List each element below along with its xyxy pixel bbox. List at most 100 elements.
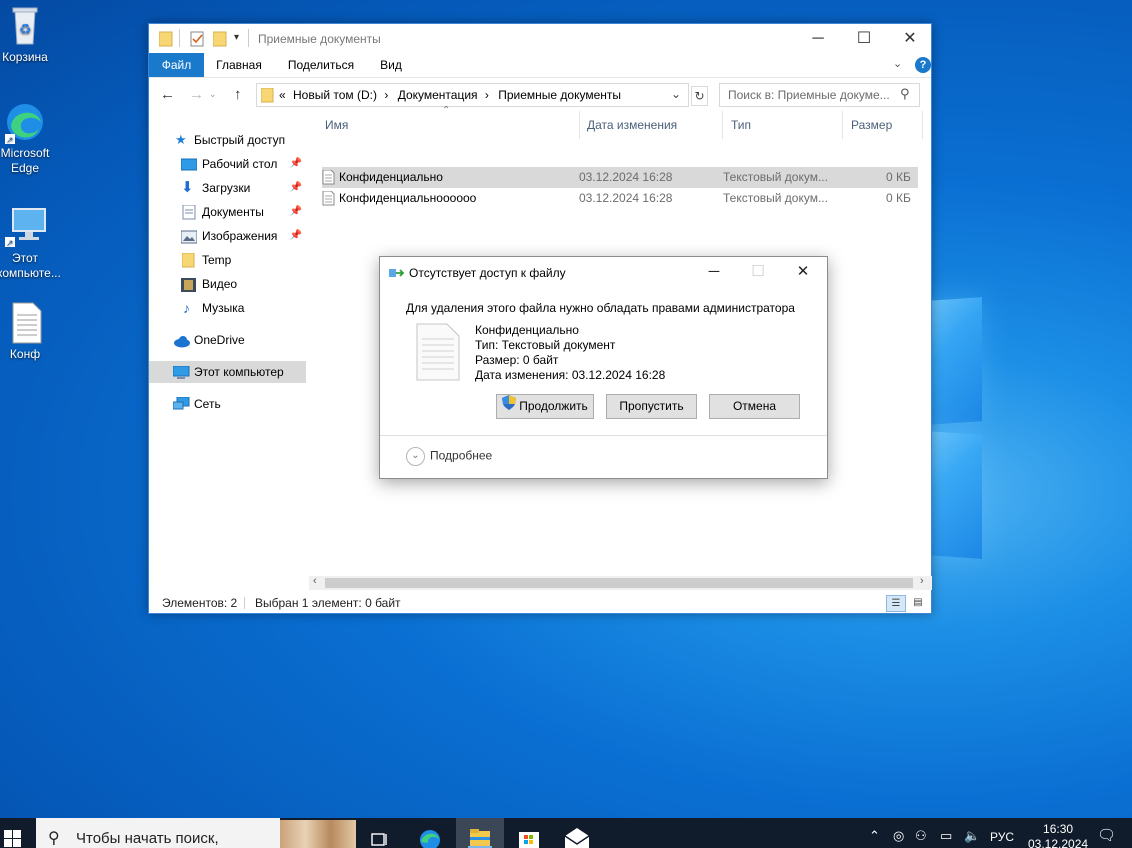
volume-icon[interactable]: 🔈 bbox=[964, 828, 980, 844]
ribbon-expand-icon[interactable]: ⌄ bbox=[893, 57, 902, 70]
status-count: Элементов: 2 bbox=[162, 596, 238, 610]
tab-home[interactable]: Главная bbox=[209, 53, 269, 77]
start-icon[interactable] bbox=[4, 830, 22, 848]
close-button[interactable]: ✕ bbox=[887, 24, 933, 53]
scroll-thumb[interactable] bbox=[325, 578, 913, 588]
nav-music[interactable]: ♪ Музыка bbox=[149, 297, 306, 319]
scroll-right-icon[interactable]: › bbox=[920, 575, 924, 587]
crumb-current[interactable]: Приемные документы bbox=[498, 88, 621, 102]
column-size[interactable]: Размер bbox=[843, 111, 923, 139]
tab-view[interactable]: Вид bbox=[371, 53, 411, 77]
new-folder-icon[interactable] bbox=[212, 31, 227, 50]
properties-icon[interactable] bbox=[190, 31, 205, 50]
crumb-drive[interactable]: Новый том (D:) bbox=[293, 88, 377, 102]
desktop-icon bbox=[180, 157, 198, 171]
file-date: 03.12.2024 16:28 bbox=[579, 170, 673, 184]
address-toolbar: ← → ⌄ ↑ « Новый том (D:) › Документация … bbox=[149, 77, 931, 111]
star-icon: ★ bbox=[175, 132, 187, 147]
search-icon: ⚲ bbox=[48, 830, 60, 847]
text-file-icon bbox=[3, 301, 47, 345]
clock-date: 03.12.2024 bbox=[1028, 837, 1089, 848]
maximize-button[interactable]: ☐ bbox=[841, 24, 887, 53]
nav-temp[interactable]: Temp bbox=[149, 249, 306, 271]
nav-video[interactable]: Видео bbox=[149, 273, 306, 295]
dialog-close-button[interactable]: ✕ bbox=[781, 257, 825, 287]
recent-dropdown-icon[interactable]: ⌄ bbox=[209, 89, 217, 100]
forward-arrow-icon[interactable]: → bbox=[189, 86, 204, 103]
show-hidden-icons-icon[interactable]: ⌃ bbox=[869, 828, 880, 844]
nav-network[interactable]: Сеть bbox=[149, 393, 306, 415]
crumb-overflow[interactable]: « bbox=[279, 88, 286, 102]
nav-desktop[interactable]: Рабочий стол 📌 bbox=[149, 153, 306, 175]
tiles-view-icon[interactable]: ▤ bbox=[909, 595, 927, 612]
details-view-icon[interactable]: ☰ bbox=[886, 595, 906, 612]
taskbar-search-input[interactable]: ⚲ Чтобы начать поиск, bbox=[36, 818, 356, 848]
address-bar[interactable]: « Новый том (D:) › Документация › Приемн… bbox=[256, 83, 689, 107]
notifications-icon[interactable]: 🗨 bbox=[1097, 826, 1116, 844]
ribbon-tabs: Файл Главная Поделиться Вид ⌄ ? bbox=[149, 53, 931, 77]
column-type[interactable]: Тип bbox=[723, 111, 843, 139]
pictures-icon bbox=[180, 229, 198, 244]
up-arrow-icon[interactable]: ↑ bbox=[234, 86, 242, 103]
column-date[interactable]: Дата изменения bbox=[579, 111, 723, 139]
taskbar-clock[interactable]: 16:30 03.12.2024 bbox=[1028, 822, 1088, 848]
file-row[interactable]: Конфиденциально 03.12.2024 16:28 Текстов… bbox=[322, 167, 918, 188]
tab-file[interactable]: Файл bbox=[149, 53, 204, 77]
qa-dropdown-icon[interactable]: ▾ bbox=[234, 32, 239, 43]
continue-button[interactable]: Продолжить bbox=[496, 394, 594, 419]
file-explorer-taskbar-icon[interactable] bbox=[456, 818, 504, 848]
file-row[interactable]: Конфиденциальноооооо 03.12.2024 16:28 Те… bbox=[322, 188, 918, 209]
meet-now-icon[interactable]: ◎ bbox=[893, 828, 904, 844]
nav-documents[interactable]: Документы 📌 bbox=[149, 201, 306, 223]
file-size: 0 КБ bbox=[886, 170, 911, 184]
file-type: Текстовый докум... bbox=[723, 191, 828, 205]
downloads-icon: ⬇ bbox=[181, 179, 194, 196]
desktop-icon-conf-file[interactable]: Конф bbox=[0, 301, 53, 362]
refresh-icon[interactable]: ↻ bbox=[691, 86, 708, 106]
file-name: Конфиденциальноооооо bbox=[339, 191, 477, 205]
crumb-docs[interactable]: Документация bbox=[398, 88, 478, 102]
back-arrow-icon[interactable]: ← bbox=[160, 86, 175, 103]
svg-text:↗: ↗ bbox=[6, 238, 14, 248]
access-denied-dialog: Отсутствует доступ к файлу ─ ☐ ✕ Для уда… bbox=[379, 256, 828, 479]
network-tray-icon[interactable]: ▭ bbox=[940, 828, 952, 844]
folder-icon bbox=[158, 31, 173, 50]
skip-button[interactable]: Пропустить bbox=[606, 394, 697, 419]
store-taskbar-icon[interactable] bbox=[505, 818, 553, 848]
nav-downloads[interactable]: ⬇ Загрузки 📌 bbox=[149, 177, 306, 199]
people-icon[interactable]: ⚇ bbox=[915, 828, 927, 844]
info-date: Дата изменения: 03.12.2024 16:28 bbox=[475, 368, 666, 382]
edge-icon: ↗ bbox=[3, 100, 47, 145]
qa-separator bbox=[179, 29, 180, 47]
edge-taskbar-icon[interactable] bbox=[406, 818, 454, 848]
tab-share[interactable]: Поделиться bbox=[279, 53, 363, 77]
input-language[interactable]: РУС bbox=[990, 830, 1014, 844]
network-icon bbox=[172, 396, 190, 411]
info-name: Конфиденциально bbox=[475, 323, 579, 337]
desktop-icon-edge[interactable]: ↗ Microsoft Edge bbox=[0, 100, 53, 176]
pin-icon: 📌 bbox=[289, 182, 302, 193]
this-pc-icon: ↗ bbox=[3, 205, 47, 249]
column-name[interactable]: Имя bbox=[317, 111, 580, 139]
documents-icon bbox=[182, 204, 198, 220]
nav-onedrive[interactable]: OneDrive bbox=[149, 329, 306, 351]
horizontal-scrollbar[interactable]: ‹ › bbox=[309, 575, 932, 590]
nav-this-pc[interactable]: Этот компьютер bbox=[149, 361, 306, 383]
scroll-left-icon[interactable]: ‹ bbox=[313, 575, 317, 587]
search-input[interactable]: Поиск в: Приемные докуме... ⚲ bbox=[719, 83, 920, 107]
task-view-icon[interactable] bbox=[356, 818, 404, 848]
nav-pictures[interactable]: Изображения 📌 bbox=[149, 225, 306, 247]
address-dropdown-icon[interactable]: ⌄ bbox=[671, 87, 681, 101]
file-size: 0 КБ bbox=[886, 191, 911, 205]
dialog-maximize-button: ☐ bbox=[751, 263, 765, 280]
nav-quick-access[interactable]: ★ Быстрый доступ bbox=[149, 129, 306, 151]
desktop-icon-this-pc[interactable]: ↗ Этот компьюте... bbox=[0, 205, 61, 281]
desktop-icon-recycle-bin[interactable]: ♻ Корзина bbox=[0, 4, 53, 65]
more-details-toggle[interactable]: ⌄ Подробнее bbox=[406, 447, 492, 466]
cancel-button[interactable]: Отмена bbox=[709, 394, 800, 419]
mail-taskbar-icon[interactable] bbox=[553, 818, 601, 848]
pin-icon: 📌 bbox=[289, 158, 302, 169]
help-icon[interactable]: ? bbox=[915, 57, 931, 73]
dialog-minimize-button[interactable]: ─ bbox=[692, 257, 736, 287]
minimize-button[interactable]: ─ bbox=[795, 24, 841, 53]
